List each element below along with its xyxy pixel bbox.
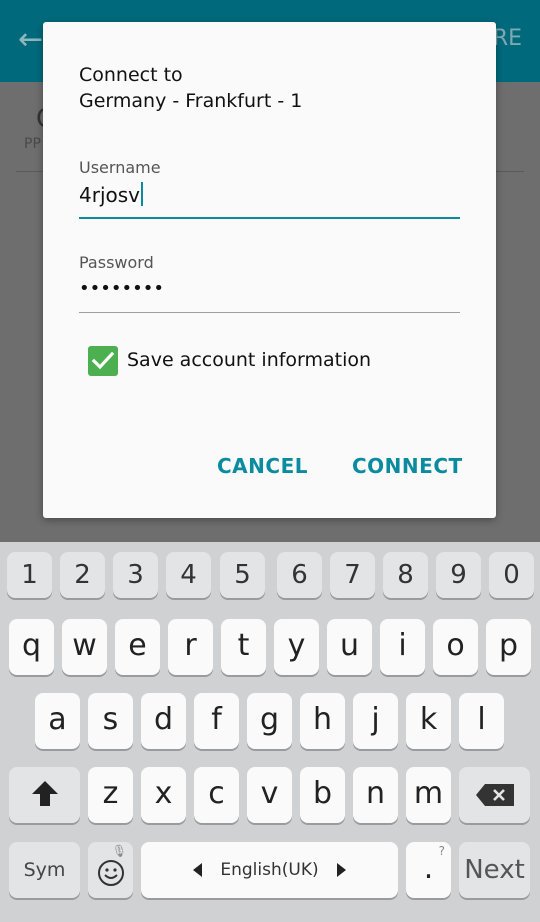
key-f[interactable]: f [194,693,239,749]
connect-button[interactable]: CONNECT [352,454,463,478]
key-u[interactable]: u [327,619,372,675]
key-s[interactable]: s [88,693,133,749]
space-language-label: English(UK) [220,860,319,880]
emoji-key[interactable]: 🎙 [88,842,133,898]
key-4[interactable]: 4 [166,552,211,598]
soft-keyboard: 1 2 3 4 5 6 7 8 9 0 q w e r t y u i o p … [0,542,540,922]
language-right-icon [336,863,346,877]
key-z[interactable]: z [88,767,133,823]
cancel-button[interactable]: CANCEL [217,454,308,478]
key-v[interactable]: v [247,767,292,823]
key-1[interactable]: 1 [7,552,52,598]
username-underline [79,217,460,219]
key-2[interactable]: 2 [60,552,105,598]
appbar-action[interactable]: RE [493,26,522,51]
key-7[interactable]: 7 [330,552,375,598]
key-5[interactable]: 5 [220,552,265,598]
key-g[interactable]: g [247,693,292,749]
username-value: 4rjosv [79,183,140,207]
key-n[interactable]: n [353,767,398,823]
key-y[interactable]: y [274,619,319,675]
language-left-icon [193,863,203,877]
key-i[interactable]: i [380,619,425,675]
key-t[interactable]: t [221,619,266,675]
period-hint: ? [438,844,445,858]
mic-hint-icon: 🎙 [111,844,127,858]
key-h[interactable]: h [300,693,345,749]
key-c[interactable]: c [194,767,239,823]
password-underline [79,312,460,313]
key-0[interactable]: 0 [489,552,534,598]
username-field[interactable]: 4rjosv [79,182,143,207]
period-label: . [423,851,434,886]
space-key[interactable]: English(UK) [141,842,398,898]
key-q[interactable]: q [9,619,54,675]
key-r[interactable]: r [168,619,213,675]
key-a[interactable]: a [35,693,80,749]
smiley-icon [97,860,124,886]
dialog-title-line1: Connect to [79,64,183,86]
key-3[interactable]: 3 [113,552,158,598]
text-cursor [141,182,143,206]
key-l[interactable]: l [459,693,504,749]
key-m[interactable]: m [406,767,451,823]
shift-key[interactable] [9,767,80,823]
key-e[interactable]: e [115,619,160,675]
background-list-subtitle: PP [24,136,41,152]
key-p[interactable]: p [486,619,531,675]
save-account-checkbox[interactable] [88,346,118,376]
username-label: Username [79,158,161,177]
password-field[interactable]: •••••••• [79,278,164,299]
backspace-key[interactable] [459,767,530,823]
next-key[interactable]: Next [459,842,530,898]
key-6[interactable]: 6 [277,552,322,598]
key-b[interactable]: b [300,767,345,823]
key-k[interactable]: k [406,693,451,749]
backspace-icon [475,784,514,806]
key-8[interactable]: 8 [383,552,428,598]
key-9[interactable]: 9 [436,552,481,598]
key-j[interactable]: j [353,693,398,749]
period-key[interactable]: . ? [406,842,451,898]
dialog-title-line2: Germany - Frankfurt - 1 [79,90,303,112]
key-w[interactable]: w [62,619,107,675]
save-account-label[interactable]: Save account information [127,349,371,371]
key-d[interactable]: d [141,693,186,749]
key-x[interactable]: x [141,767,186,823]
shift-arrow-icon [31,781,58,806]
connect-dialog: Connect to Germany - Frankfurt - 1 Usern… [43,22,496,518]
sym-key[interactable]: Sym [9,842,80,898]
dialog-title: Connect to Germany - Frankfurt - 1 [79,62,469,114]
password-label: Password [79,253,154,272]
key-o[interactable]: o [433,619,478,675]
check-icon [91,351,115,370]
